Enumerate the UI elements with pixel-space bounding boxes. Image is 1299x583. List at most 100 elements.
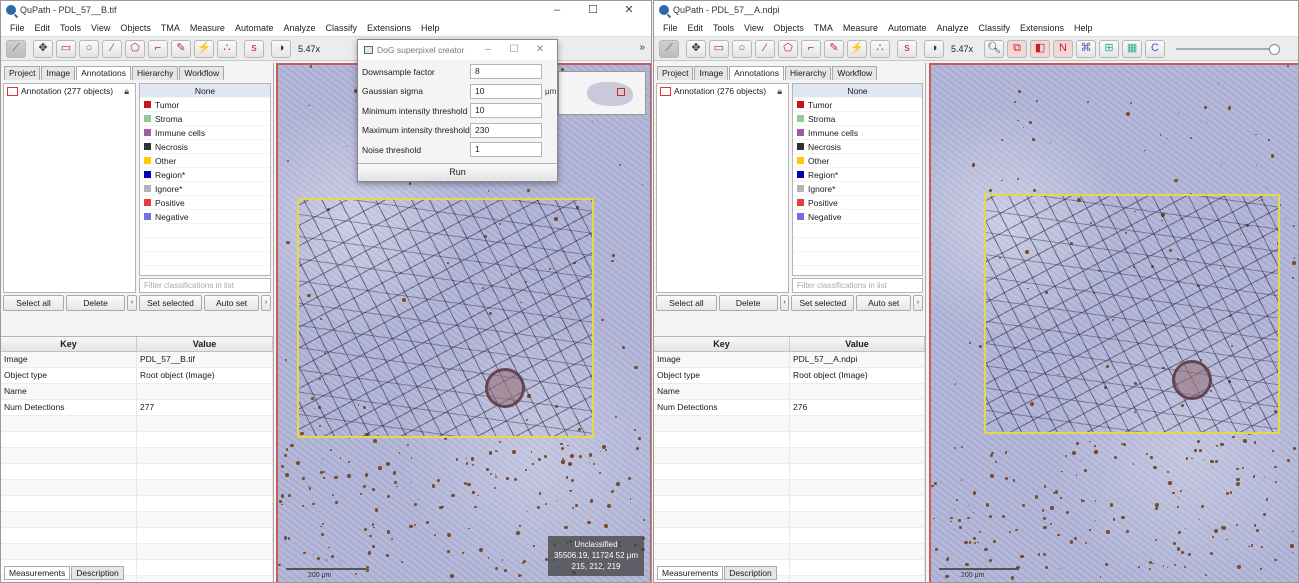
table-row[interactable] xyxy=(1,416,273,432)
tab-hierarchy[interactable]: Hierarchy xyxy=(132,66,179,80)
menu-automate[interactable]: Automate xyxy=(230,23,279,33)
auto-set-button[interactable]: Auto set xyxy=(204,295,260,311)
polyline-tool-icon[interactable]: ⌐ xyxy=(148,39,168,58)
maximize-button[interactable]: ☐ xyxy=(575,1,611,19)
show-names-icon[interactable]: N xyxy=(1053,39,1074,58)
move-tool-icon[interactable]: ✥ xyxy=(33,39,53,58)
show-annotations-icon[interactable]: ⧉ xyxy=(1007,39,1028,58)
dialog-close-button[interactable]: ✕ xyxy=(527,40,553,60)
tab-image[interactable]: Image xyxy=(694,66,729,80)
select-all-button[interactable]: Select all xyxy=(3,295,65,311)
tab-hierarchy[interactable]: Hierarchy xyxy=(785,66,832,80)
classification-item[interactable]: Positive xyxy=(793,196,922,210)
list-item[interactable]: Annotation (276 objects) xyxy=(657,84,788,98)
polygon-tool-icon[interactable]: ⬠ xyxy=(125,39,145,58)
tab-measurements[interactable]: Measurements xyxy=(657,566,724,580)
classification-item[interactable]: Negative xyxy=(793,210,922,224)
table-row[interactable] xyxy=(1,480,273,496)
tab-annotations[interactable]: Annotations xyxy=(729,66,784,80)
menu-tools[interactable]: Tools xyxy=(55,23,86,33)
table-row[interactable] xyxy=(654,496,925,512)
table-row[interactable] xyxy=(1,544,273,560)
classification-list[interactable]: None Tumor Stroma Immune cells Necrosis Other… xyxy=(139,83,271,276)
table-row[interactable] xyxy=(654,464,925,480)
menu-view[interactable]: View xyxy=(739,23,768,33)
column-header-key[interactable]: Key xyxy=(654,337,790,351)
table-row[interactable]: Image PDL_57__B.tif xyxy=(1,352,273,368)
zoom-fit-icon[interactable]: 🔍︎ xyxy=(984,39,1005,58)
polygon-tool-icon[interactable]: ⬠ xyxy=(778,39,798,58)
selection-mode-icon[interactable]: s xyxy=(897,39,917,58)
close-button[interactable]: ✕ xyxy=(611,1,647,19)
brush-toggle-icon[interactable]: ⟋ xyxy=(659,39,679,58)
points-tool-icon[interactable]: ∴ xyxy=(217,39,237,58)
brush-tool-icon[interactable]: ✎ xyxy=(824,39,844,58)
table-row[interactable] xyxy=(1,496,273,512)
move-tool-icon[interactable]: ✥ xyxy=(686,39,706,58)
menu-classify[interactable]: Classify xyxy=(321,23,363,33)
table-row[interactable]: Name xyxy=(1,384,273,400)
classification-item[interactable]: Region* xyxy=(140,168,270,182)
table-row[interactable] xyxy=(1,464,273,480)
select-all-button[interactable]: Select all xyxy=(656,295,717,311)
wand-tool-icon[interactable]: ⚡ xyxy=(194,39,214,58)
menu-tma[interactable]: TMA xyxy=(809,23,838,33)
opacity-slider[interactable] xyxy=(1176,43,1281,55)
rectangle-tool-icon[interactable]: ▭ xyxy=(709,39,729,58)
menu-help[interactable]: Help xyxy=(416,23,445,33)
more-options-icon[interactable]: › xyxy=(779,295,790,311)
classification-item[interactable]: Negative xyxy=(140,210,270,224)
rectangle-tool-icon[interactable]: ▭ xyxy=(56,39,76,58)
classification-item[interactable]: Ignore* xyxy=(140,182,270,196)
classification-item[interactable]: Stroma xyxy=(793,112,922,126)
noise-threshold-field[interactable]: 1 xyxy=(470,142,542,158)
table-row[interactable] xyxy=(654,528,925,544)
tab-annotations[interactable]: Annotations xyxy=(76,66,131,80)
brush-tool-icon[interactable]: ✎ xyxy=(171,39,191,58)
more-options-icon[interactable]: › xyxy=(913,295,924,311)
dialog-minimize-button[interactable]: – xyxy=(475,40,501,60)
classification-item[interactable]: Immune cells xyxy=(140,126,270,140)
table-row[interactable]: Num Detections 276 xyxy=(654,400,925,416)
menu-tma[interactable]: TMA xyxy=(156,23,185,33)
classification-item[interactable]: Ignore* xyxy=(793,182,922,196)
classification-item[interactable]: Necrosis xyxy=(140,140,270,154)
max-intensity-field[interactable]: 230 xyxy=(470,122,542,138)
menu-help[interactable]: Help xyxy=(1069,23,1098,33)
column-header-key[interactable]: Key xyxy=(1,337,137,351)
classification-item[interactable]: Other xyxy=(793,154,922,168)
classification-item[interactable]: None xyxy=(793,84,922,98)
lock-icon[interactable]: 🔒︎ xyxy=(124,86,129,97)
annotation-roi[interactable] xyxy=(984,194,1280,434)
classification-item[interactable]: Tumor xyxy=(140,98,270,112)
annotation-roi[interactable] xyxy=(297,198,594,438)
table-row[interactable]: Name xyxy=(654,384,925,400)
classification-item[interactable]: Positive xyxy=(140,196,270,210)
list-item[interactable]: Annotation (277 objects) xyxy=(4,84,135,98)
ellipse-tool-icon[interactable]: ○ xyxy=(79,39,99,58)
menu-objects[interactable]: Objects xyxy=(768,23,809,33)
table-row[interactable] xyxy=(1,448,273,464)
brightness-contrast-icon[interactable]: ◑ xyxy=(271,39,291,58)
classification-item[interactable]: Tumor xyxy=(793,98,922,112)
menu-measure[interactable]: Measure xyxy=(185,23,230,33)
tab-description[interactable]: Description xyxy=(71,566,124,580)
show-detections-icon[interactable]: ⊞ xyxy=(1099,39,1120,58)
line-tool-icon[interactable]: ⁄ xyxy=(102,39,122,58)
minimize-button[interactable]: – xyxy=(539,1,575,19)
tab-image[interactable]: Image xyxy=(41,66,76,80)
brush-toggle-icon[interactable]: ⟋ xyxy=(6,39,26,58)
menu-edit[interactable]: Edit xyxy=(683,23,709,33)
menu-extensions[interactable]: Extensions xyxy=(362,23,416,33)
menu-view[interactable]: View xyxy=(86,23,115,33)
menu-file[interactable]: File xyxy=(658,23,683,33)
delete-button[interactable]: Delete xyxy=(718,295,778,311)
menu-classify[interactable]: Classify xyxy=(974,23,1016,33)
min-intensity-field[interactable]: 10 xyxy=(470,103,542,119)
table-row[interactable]: Image PDL_57__A.ndpi xyxy=(654,352,925,368)
classification-item[interactable]: Immune cells xyxy=(793,126,922,140)
image-viewer[interactable]: 200 μm xyxy=(929,63,1298,582)
delete-button[interactable]: Delete xyxy=(66,295,126,311)
tab-project[interactable]: Project xyxy=(657,66,694,80)
table-row[interactable] xyxy=(1,528,273,544)
